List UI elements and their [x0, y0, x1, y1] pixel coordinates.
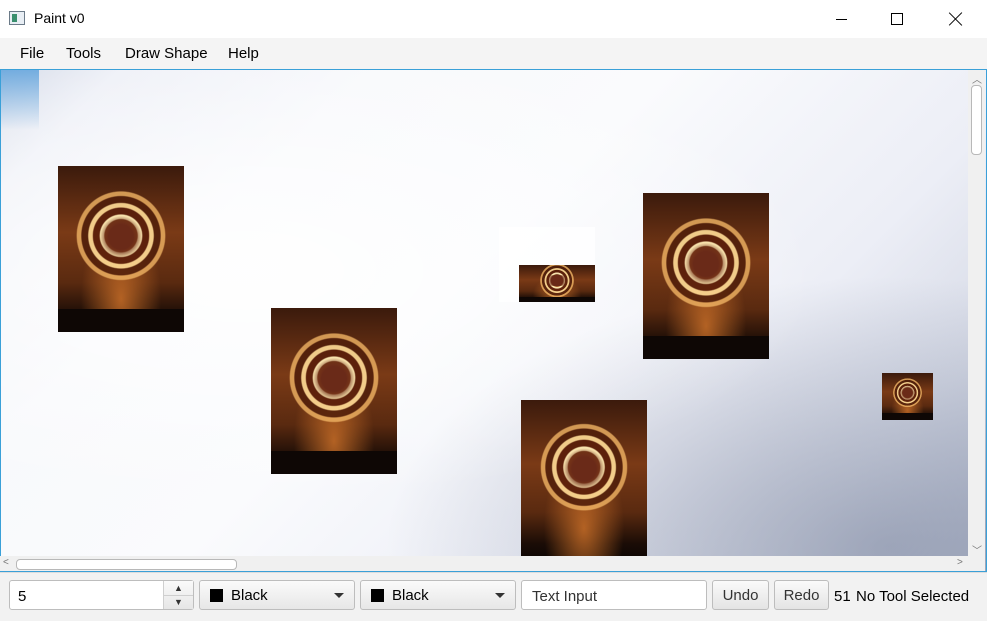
decrement-icon[interactable]: ▼	[164, 595, 193, 609]
menu-tools[interactable]: Tools	[66, 45, 101, 62]
spinner-buttons: ▲ ▼	[163, 581, 193, 609]
brush-size-value[interactable]: 5	[18, 588, 26, 605]
window-title: Paint v0	[34, 10, 85, 26]
horizontal-scroll-thumb[interactable]	[16, 559, 237, 570]
close-button[interactable]	[927, 0, 985, 38]
scroll-up-icon[interactable]: ︿	[972, 71, 982, 86]
undo-button[interactable]: Undo	[712, 580, 769, 610]
stroke-color-label: Black	[231, 587, 268, 604]
scroll-corner	[968, 556, 985, 571]
scroll-right-icon[interactable]: >	[957, 557, 963, 568]
bottom-toolbar: 5 ▲ ▼ Black Black Text Input Undo Redo 5…	[0, 572, 987, 621]
brush-size-spinner[interactable]: 5 ▲ ▼	[9, 580, 194, 610]
scroll-down-icon[interactable]: ﹀	[972, 542, 982, 557]
maximize-button[interactable]	[868, 0, 926, 38]
minimize-button[interactable]	[812, 0, 870, 38]
minimize-icon	[835, 18, 847, 20]
text-input-placeholder: Text Input	[532, 588, 598, 605]
stroke-color-select[interactable]: Black	[199, 580, 355, 610]
maximize-icon	[891, 13, 903, 25]
menu-file[interactable]: File	[20, 45, 44, 62]
menu-bar: File Tools Draw Shape Help	[0, 38, 987, 69]
fill-color-label: Black	[392, 587, 429, 604]
vertical-scroll-thumb[interactable]	[971, 85, 982, 155]
close-icon	[949, 12, 963, 26]
background-detail	[1, 70, 39, 130]
stamped-image	[58, 166, 184, 332]
stamped-image	[643, 193, 769, 359]
fill-color-swatch	[371, 589, 384, 602]
status-text: No Tool Selected	[856, 588, 970, 605]
stamped-image	[519, 265, 595, 302]
redo-button[interactable]: Redo	[774, 580, 829, 610]
drawing-canvas[interactable]	[0, 69, 987, 572]
increment-icon[interactable]: ▲	[164, 581, 193, 596]
chevron-down-icon	[334, 593, 344, 598]
vertical-scrollbar[interactable]: ︿ ﹀	[968, 70, 985, 557]
horizontal-scrollbar[interactable]: < >	[0, 556, 968, 571]
fill-color-select[interactable]: Black	[360, 580, 516, 610]
scroll-left-icon[interactable]: <	[3, 557, 9, 568]
text-input-field[interactable]: Text Input	[521, 580, 707, 610]
chevron-down-icon	[495, 593, 505, 598]
menu-draw-shape[interactable]: Draw Shape	[125, 45, 208, 62]
menu-help[interactable]: Help	[228, 45, 259, 62]
app-icon	[9, 11, 25, 25]
status-counter: 51	[834, 588, 851, 605]
title-bar: Paint v0	[0, 0, 987, 38]
stamped-image	[521, 400, 647, 560]
stroke-color-swatch	[210, 589, 223, 602]
stamped-image	[271, 308, 397, 474]
stamped-image	[882, 373, 933, 420]
